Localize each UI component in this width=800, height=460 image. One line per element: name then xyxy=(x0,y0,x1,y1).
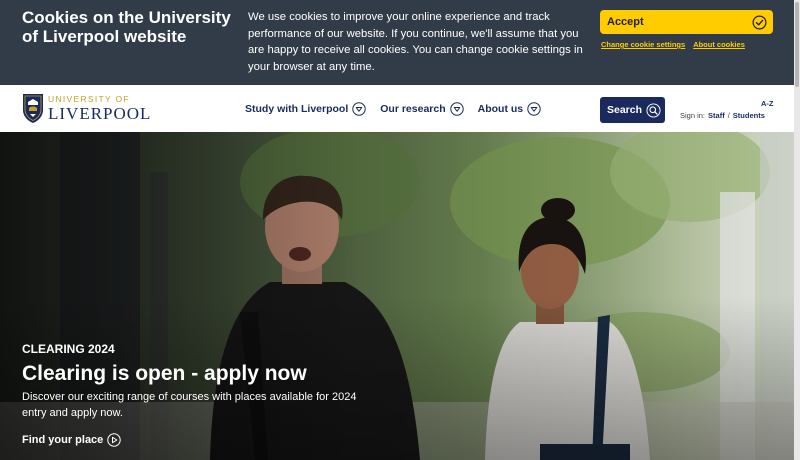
cookie-banner: Cookies on the University of Liverpool w… xyxy=(0,0,800,85)
logo-big-text: LIVERPOOL xyxy=(48,103,152,123)
search-label: Search xyxy=(607,104,643,116)
chevron-down-icon xyxy=(352,101,366,116)
hero-cta-label: Find your place xyxy=(22,434,104,446)
sign-in-separator: / xyxy=(727,111,730,120)
sign-in-prefix: Sign in: xyxy=(680,111,706,120)
nav-item-label: Study with Liverpool xyxy=(245,102,349,115)
hero-eyebrow: CLEARING 2024 xyxy=(22,342,115,356)
site-header: UNIVERSITY OF LIVERPOOL Study with Liver… xyxy=(0,85,800,132)
nav-item-label: About us xyxy=(477,102,524,115)
hero-content: CLEARING 2024 Clearing is open - apply n… xyxy=(22,342,382,447)
cookie-title: Cookies on the University of Liverpool w… xyxy=(22,8,231,46)
search-icon xyxy=(646,102,661,118)
accept-label: Accept xyxy=(607,16,644,28)
find-your-place-link[interactable]: Find your place xyxy=(22,433,382,447)
scrollbar-thumb[interactable] xyxy=(795,2,799,87)
search-button[interactable]: Search xyxy=(600,97,665,123)
chevron-down-icon xyxy=(449,101,464,116)
hero-description: Discover our exciting range of courses w… xyxy=(22,391,357,419)
chevron-down-icon xyxy=(527,101,541,116)
cookie-message: We use cookies to improve your online ex… xyxy=(248,11,583,73)
university-logo[interactable]: UNIVERSITY OF LIVERPOOL xyxy=(22,93,151,124)
play-circle-icon xyxy=(107,433,121,447)
about-cookies-link[interactable]: About cookies xyxy=(693,40,745,49)
sign-in-staff-link[interactable]: Staff xyxy=(708,111,725,120)
nav-item-about[interactable]: About us xyxy=(477,101,542,116)
logo-wordmark: UNIVERSITY OF LIVERPOOL xyxy=(48,95,151,122)
check-circle-icon xyxy=(752,15,767,29)
university-crest-icon xyxy=(23,94,43,123)
cookie-links: Change cookie settings About cookies xyxy=(601,40,745,49)
change-cookie-settings-link[interactable]: Change cookie settings xyxy=(601,40,685,49)
hero-banner: CLEARING 2024 Clearing is open - apply n… xyxy=(0,132,800,460)
sign-in-links: Sign in: Staff / Students xyxy=(680,111,765,120)
nav-item-label: Our research xyxy=(380,102,446,115)
nav-item-research[interactable]: Our research xyxy=(380,101,464,116)
hero-title: Clearing is open - apply now xyxy=(22,362,307,385)
nav-item-study[interactable]: Study with Liverpool xyxy=(245,101,366,116)
a-z-link[interactable]: A-Z xyxy=(761,99,774,108)
page-scrollbar[interactable] xyxy=(794,0,800,460)
logo-small-text: UNIVERSITY OF xyxy=(48,94,130,105)
main-nav: Study with Liverpool Our research About … xyxy=(245,85,541,132)
accept-cookies-button[interactable]: Accept xyxy=(600,10,773,34)
sign-in-students-link[interactable]: Students xyxy=(733,111,765,120)
